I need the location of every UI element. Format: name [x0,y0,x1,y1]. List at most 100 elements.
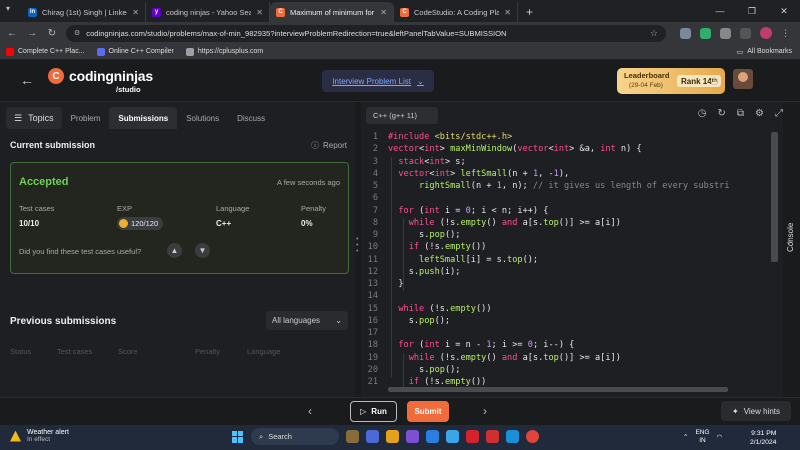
leaderboard-dates: (29-04 Feb) [629,82,663,89]
close-icon[interactable]: ✕ [380,8,387,17]
run-button[interactable]: ▷ Run [350,401,397,422]
close-icon[interactable]: ✕ [256,8,263,17]
copy-icon[interactable]: ⧉ [737,108,744,119]
code-line[interactable]: s.pop(); [388,316,450,326]
menu-icon[interactable]: ⋮ [781,28,790,39]
close-icon[interactable]: ✕ [132,8,139,17]
taskbar-search[interactable]: ⌕ Search [251,428,339,445]
bookmark-item[interactable]: https://cplusplus.com [185,47,263,56]
leaderboard-badge[interactable]: Leaderboard (29-04 Feb) Rank 14th [617,68,725,94]
code-line[interactable]: s.pop(); [388,365,460,375]
previous-problem-icon[interactable]: ‹ [308,404,312,418]
codingninjas-logo[interactable]: C codingninjas /studio [48,68,153,94]
code-line[interactable]: #include <bits/stdc++.h> [388,132,512,142]
thumbs-down-icon[interactable]: ▼ [195,243,210,258]
store-icon[interactable] [446,430,459,443]
taskbar-clock[interactable]: 9:31 PM 2/1/2024 [750,429,776,447]
tab-submissions[interactable]: Submissions [109,107,178,129]
streak-icon[interactable]: ◷ [710,76,719,87]
leaderboard-title: Leaderboard [624,71,670,80]
code-area[interactable]: 1 #include <bits/stdc++.h> 2 vector<int> ma… [361,132,781,390]
tab-search-icon[interactable]: ▾ [6,4,18,16]
code-line[interactable]: s.pop(); [388,230,460,240]
code-line[interactable]: for (int i = 0; i < n; i++) { [388,206,548,216]
interview-problem-list-button[interactable]: Interview Problem List ⌄ [322,70,434,92]
forward-icon[interactable]: → [26,28,38,39]
horizontal-scrollbar[interactable] [388,387,728,392]
fullscreen-icon[interactable]: ⤢ [775,108,783,119]
code-line[interactable]: s.push(i); [388,267,461,277]
task-view-icon[interactable] [366,430,379,443]
thumbs-up-icon[interactable]: ▲ [167,243,182,258]
back-arrow-icon[interactable]: ← [20,72,34,88]
teams-icon[interactable] [406,430,419,443]
netflix-icon[interactable] [466,430,479,443]
code-line[interactable]: vector<int> maxMinWindow(vector<int> &a,… [388,144,642,154]
line-number: 7 [372,205,378,216]
run-label: Run [371,407,387,416]
reset-icon[interactable]: ↻ [718,108,726,119]
reload-icon[interactable]: ↻ [46,28,58,39]
info-icon: ⓘ [311,141,319,150]
chrome-icon[interactable] [526,430,539,443]
next-problem-icon[interactable]: › [483,404,487,418]
browser-app-icon[interactable] [506,430,519,443]
tab-problem[interactable]: Problem [62,107,110,129]
console-label: Console [786,222,795,252]
close-icon[interactable]: ✕ [504,8,511,17]
bookmark-item[interactable]: Complete C++ Plac... [6,47,85,56]
code-line[interactable]: leftSmall[i] = s.top(); [388,255,538,265]
browser-tab-problem[interactable]: C Maximum of minimum for eve ✕ [270,2,394,22]
close-window-icon[interactable]: ✕ [768,6,800,17]
language-indicator[interactable]: ENG IN [695,429,709,445]
bookmark-item[interactable]: Online C++ Compiler [96,47,174,56]
code-line[interactable]: while (!s.empty() and a[s.top()] >= a[i]… [388,353,621,363]
file-explorer-icon[interactable] [386,430,399,443]
user-avatar[interactable] [733,69,753,89]
topics-button[interactable]: ☰ Topics [6,107,62,129]
edge-icon[interactable] [426,430,439,443]
settings-icon[interactable]: ⚙ [755,108,764,119]
vertical-scrollbar[interactable] [771,132,778,262]
restore-icon[interactable]: ❐ [736,6,768,17]
language-select[interactable]: C++ (g++ 11) [366,107,438,124]
language-filter-dropdown[interactable]: All languages ⌄ [266,311,348,330]
minimize-icon[interactable]: — [704,6,736,16]
code-line[interactable]: vector<int> leftSmall(n + 1, -1), [388,169,569,179]
browser-tab-linkedin[interactable]: in Chirag (1st) Singh | LinkedIn ✕ [22,2,146,22]
penalty-value: 0% [301,219,313,228]
code-line[interactable]: while (!s.empty()) [388,304,491,314]
back-icon[interactable]: ← [6,28,18,39]
console-toggle[interactable]: ‹ Console [783,102,800,397]
code-line[interactable]: stack<int> s; [388,157,465,167]
code-line[interactable]: rightSmall(n + 1, n); // it gives us len… [388,181,729,191]
widgets-icon[interactable] [346,430,359,443]
wifi-icon[interactable]: ◠ [717,433,723,441]
browser-tab-yahoo[interactable]: y coding ninjas - Yahoo Search R ✕ [146,2,270,22]
all-bookmarks[interactable]: ▭ All Bookmarks [737,48,800,56]
extension-icon[interactable] [700,27,711,39]
weather-widget[interactable]: Weather alert In effect [10,429,69,443]
puzzle-icon[interactable] [720,27,731,39]
submit-button[interactable]: Submit [407,401,449,422]
bookmark-star-icon[interactable]: ☆ [650,28,658,39]
browser-tab-codestudio[interactable]: C CodeStudio: A Coding Platform ✕ [394,2,518,22]
chevron-up-icon[interactable]: ⌃ [683,433,688,441]
extension-icon[interactable] [680,27,691,39]
youtube-icon[interactable] [486,430,499,443]
new-tab-icon[interactable]: + [518,2,541,22]
site-info-icon[interactable]: ⚙ [74,29,80,37]
sidebar-icon[interactable] [740,27,751,39]
code-line[interactable]: while (!s.empty() and a[s.top()] >= a[i]… [388,218,621,228]
code-line[interactable]: for (int i = n - 1; i >= 0; i--) { [388,340,574,350]
profile-avatar[interactable] [760,27,772,39]
timer-icon[interactable]: ◷ [698,108,707,119]
report-button[interactable]: ⓘ Report [311,140,347,151]
windows-start-icon[interactable] [232,430,244,443]
view-hints-button[interactable]: ✦ View hints [721,401,791,421]
url-field[interactable]: ⚙ codingninjas.com/studio/problems/max-o… [66,24,666,42]
tab-solutions[interactable]: Solutions [177,107,228,129]
column-header-test-cases: Test cases [57,347,93,356]
tab-discuss[interactable]: Discuss [228,107,274,129]
tab-label: Problem [70,113,101,123]
